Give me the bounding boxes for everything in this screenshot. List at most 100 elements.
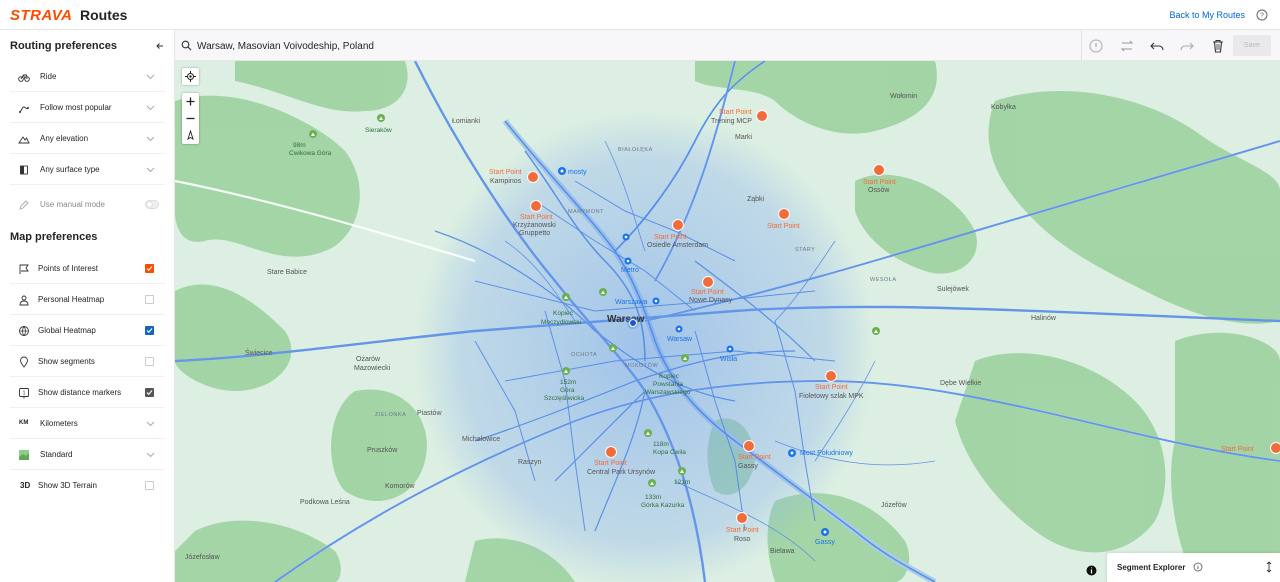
svg-text:Gassy: Gassy — [815, 539, 835, 546]
page-title: Routes — [80, 7, 128, 23]
zoom-in-icon — [186, 97, 195, 106]
manual-mode-toggle[interactable] — [145, 200, 159, 209]
zoom-in-button[interactable] — [182, 93, 199, 110]
undo-icon[interactable] — [1149, 38, 1165, 54]
routing-option-surface[interactable]: Any surface type — [10, 155, 165, 185]
svg-text:Start Point: Start Point — [594, 460, 627, 467]
map-option-units[interactable]: KM Kilometers — [10, 409, 165, 439]
info-filled-icon[interactable] — [1086, 565, 1097, 576]
route-map[interactable]: Warsaw Łomianki Marki Ząbki Wołomin Koby… — [175, 61, 1280, 582]
top-bar: STRAVA Routes Back to My Routes ? — [0, 0, 1280, 30]
trash-icon[interactable] — [1210, 38, 1226, 54]
svg-text:Górka Kazurka: Górka Kazurka — [641, 502, 685, 509]
place-label: Komorów — [385, 483, 416, 490]
route-builder-app: STRAVA Routes Back to My Routes ? Routin… — [0, 0, 1280, 582]
compass-button[interactable] — [182, 127, 199, 144]
place-label: Halinów — [1031, 315, 1057, 322]
svg-text:98m: 98m — [293, 142, 306, 149]
map-option-distance-markers[interactable]: 1 Show distance markers — [10, 378, 165, 408]
reverse-route-icon[interactable] — [1119, 38, 1135, 54]
map-option-label: Standard — [40, 450, 73, 459]
info-icon[interactable] — [1193, 562, 1203, 572]
place-label: Józefosław — [185, 554, 221, 561]
chevron-down-icon — [146, 136, 155, 142]
points-of-interest-checkbox[interactable] — [145, 264, 154, 273]
place-label: Józefów — [881, 502, 908, 509]
routing-option-label: Any elevation — [40, 134, 89, 143]
transit-marker: mosty — [558, 167, 587, 176]
bike-icon — [18, 74, 30, 82]
svg-text:Ossów: Ossów — [868, 187, 890, 194]
manual-mode-row[interactable]: Use manual mode — [10, 190, 165, 220]
svg-text:Moczydłowski: Moczydłowski — [541, 319, 581, 326]
place-label: Michałowice — [462, 436, 500, 443]
place-label: Warsaw — [607, 314, 645, 325]
zoom-out-icon — [186, 117, 195, 120]
routing-option-sport[interactable]: Ride — [10, 62, 165, 92]
svg-text:Kopiec: Kopiec — [659, 373, 680, 380]
arrow-left-icon[interactable] — [155, 41, 165, 51]
checkmark-icon — [146, 266, 153, 272]
svg-text:Roso: Roso — [734, 536, 750, 543]
svg-text:Gassy: Gassy — [738, 463, 758, 470]
segment-explorer-panel[interactable]: Segment Explorer — [1107, 553, 1280, 582]
current-location-marker — [627, 317, 639, 329]
svg-text:152m: 152m — [560, 379, 576, 386]
svg-text:Warszawskiego: Warszawskiego — [645, 389, 691, 396]
locate-button[interactable] — [182, 68, 199, 85]
district-label: BIAŁOŁĘKA — [618, 147, 653, 153]
manual-mode-label: Use manual mode — [40, 200, 105, 209]
peak-marker — [599, 288, 607, 296]
svg-text:Gruppetto: Gruppetto — [519, 230, 550, 237]
svg-text:Krzyżanowski: Krzyżanowski — [513, 222, 556, 229]
map-option-points-of-interest[interactable]: Points of Interest — [10, 254, 165, 284]
place-label: Piastów — [417, 410, 442, 417]
map-option-label: Points of Interest — [38, 264, 99, 273]
map-option-style[interactable]: Standard — [10, 440, 165, 470]
distance-markers-checkbox[interactable] — [145, 388, 154, 397]
strava-logo[interactable]: STRAVA — [10, 7, 72, 24]
map-option-personal-heatmap[interactable]: Personal Heatmap — [10, 285, 165, 315]
save-button[interactable]: Save — [1233, 35, 1271, 56]
location-search-input[interactable] — [197, 36, 697, 56]
popularity-icon — [19, 106, 29, 113]
help-circle-icon[interactable]: ? — [1256, 9, 1268, 21]
segment-explorer-label: Segment Explorer — [1117, 563, 1186, 572]
routing-option-popularity[interactable]: Follow most popular — [10, 93, 165, 123]
redo-icon[interactable] — [1179, 38, 1195, 54]
global-heatmap-checkbox[interactable] — [145, 326, 154, 335]
toolbar-divider — [1081, 30, 1082, 61]
routing-option-label: Any surface type — [40, 165, 100, 174]
surface-icon — [20, 165, 28, 175]
svg-text:Fioletowy szlak MPK: Fioletowy szlak MPK — [799, 393, 864, 400]
map-option-show-segments[interactable]: Show segments — [10, 347, 165, 377]
peak-marker — [872, 327, 880, 335]
district-label: WESOŁA — [870, 277, 897, 283]
svg-text:Warsaw: Warsaw — [667, 336, 693, 343]
district-label: STARY — [795, 247, 815, 253]
routing-option-elevation[interactable]: Any elevation — [10, 124, 165, 154]
peak-marker — [609, 344, 617, 352]
expand-icon[interactable] — [1264, 561, 1274, 573]
place-label: Mazowiecki — [354, 365, 391, 372]
place-label: Podkowa Leśna — [300, 499, 350, 506]
svg-text:Trening MCP: Trening MCP — [711, 118, 752, 125]
info-icon[interactable] — [1088, 38, 1104, 54]
zoom-out-button[interactable] — [182, 110, 199, 127]
back-to-my-routes-link[interactable]: Back to My Routes — [1169, 10, 1245, 20]
personal-heatmap-checkbox[interactable] — [145, 295, 154, 304]
3d-terrain-checkbox[interactable] — [145, 481, 154, 490]
map-canvas[interactable]: Warsaw Łomianki Marki Ząbki Wołomin Koby… — [175, 61, 1280, 582]
svg-text:mosty: mosty — [568, 169, 587, 176]
svg-text:121m: 121m — [674, 479, 690, 486]
place-label: Ożarów — [356, 356, 381, 363]
svg-text:?: ? — [1260, 13, 1264, 20]
show-segments-checkbox[interactable] — [145, 357, 154, 366]
place-label: Sulejówek — [937, 286, 969, 293]
sidebar: Routing preferences Ride Follow most pop… — [0, 30, 175, 582]
map-option-global-heatmap[interactable]: Global Heatmap — [10, 316, 165, 346]
map-preferences-title: Map preferences — [10, 231, 98, 243]
svg-text:Osiedle Amsterdam: Osiedle Amsterdam — [647, 242, 708, 249]
map-option-3d-terrain[interactable]: 3D Show 3D Terrain — [10, 471, 165, 501]
map-option-label: Global Heatmap — [38, 326, 96, 335]
